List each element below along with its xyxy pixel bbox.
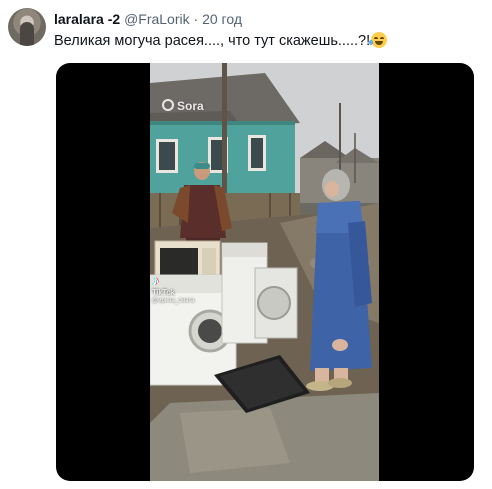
face-with-tears-of-joy-icon: [369, 32, 388, 48]
tiktok-watermark: ♪ TikTok @ирина_смата: [152, 273, 194, 306]
tweet-header: laralara -2 @FraLorik · 20 год: [54, 10, 482, 28]
display-name[interactable]: laralara -2: [54, 11, 120, 27]
sora-watermark: Sora: [162, 99, 204, 113]
tiktok-logo-icon: ♪: [152, 272, 159, 288]
user-handle[interactable]: @FraLorik: [124, 11, 190, 27]
tweet-media[interactable]: Sora ♪ TikTok @ирина_смата: [56, 63, 474, 481]
tweet-text: Великая могуча расея...., что тут скажеш…: [54, 32, 482, 51]
sora-logo-icon: [162, 99, 174, 111]
video-frame[interactable]: Sora ♪ TikTok @ирина_смата: [150, 63, 379, 481]
tiktok-username: @ирина_смата: [152, 298, 195, 304]
avatar[interactable]: [8, 8, 46, 46]
tweet-body: Великая могуча расея...., что тут скажеш…: [54, 33, 371, 49]
separator-dot: ·: [193, 11, 199, 27]
timestamp[interactable]: 20 год: [202, 11, 242, 27]
tiktok-label: TikTok: [152, 288, 175, 297]
video-scene: [150, 63, 379, 481]
avatar-figure: [20, 22, 34, 46]
sora-label: Sora: [177, 99, 204, 113]
slipper: [328, 378, 352, 388]
